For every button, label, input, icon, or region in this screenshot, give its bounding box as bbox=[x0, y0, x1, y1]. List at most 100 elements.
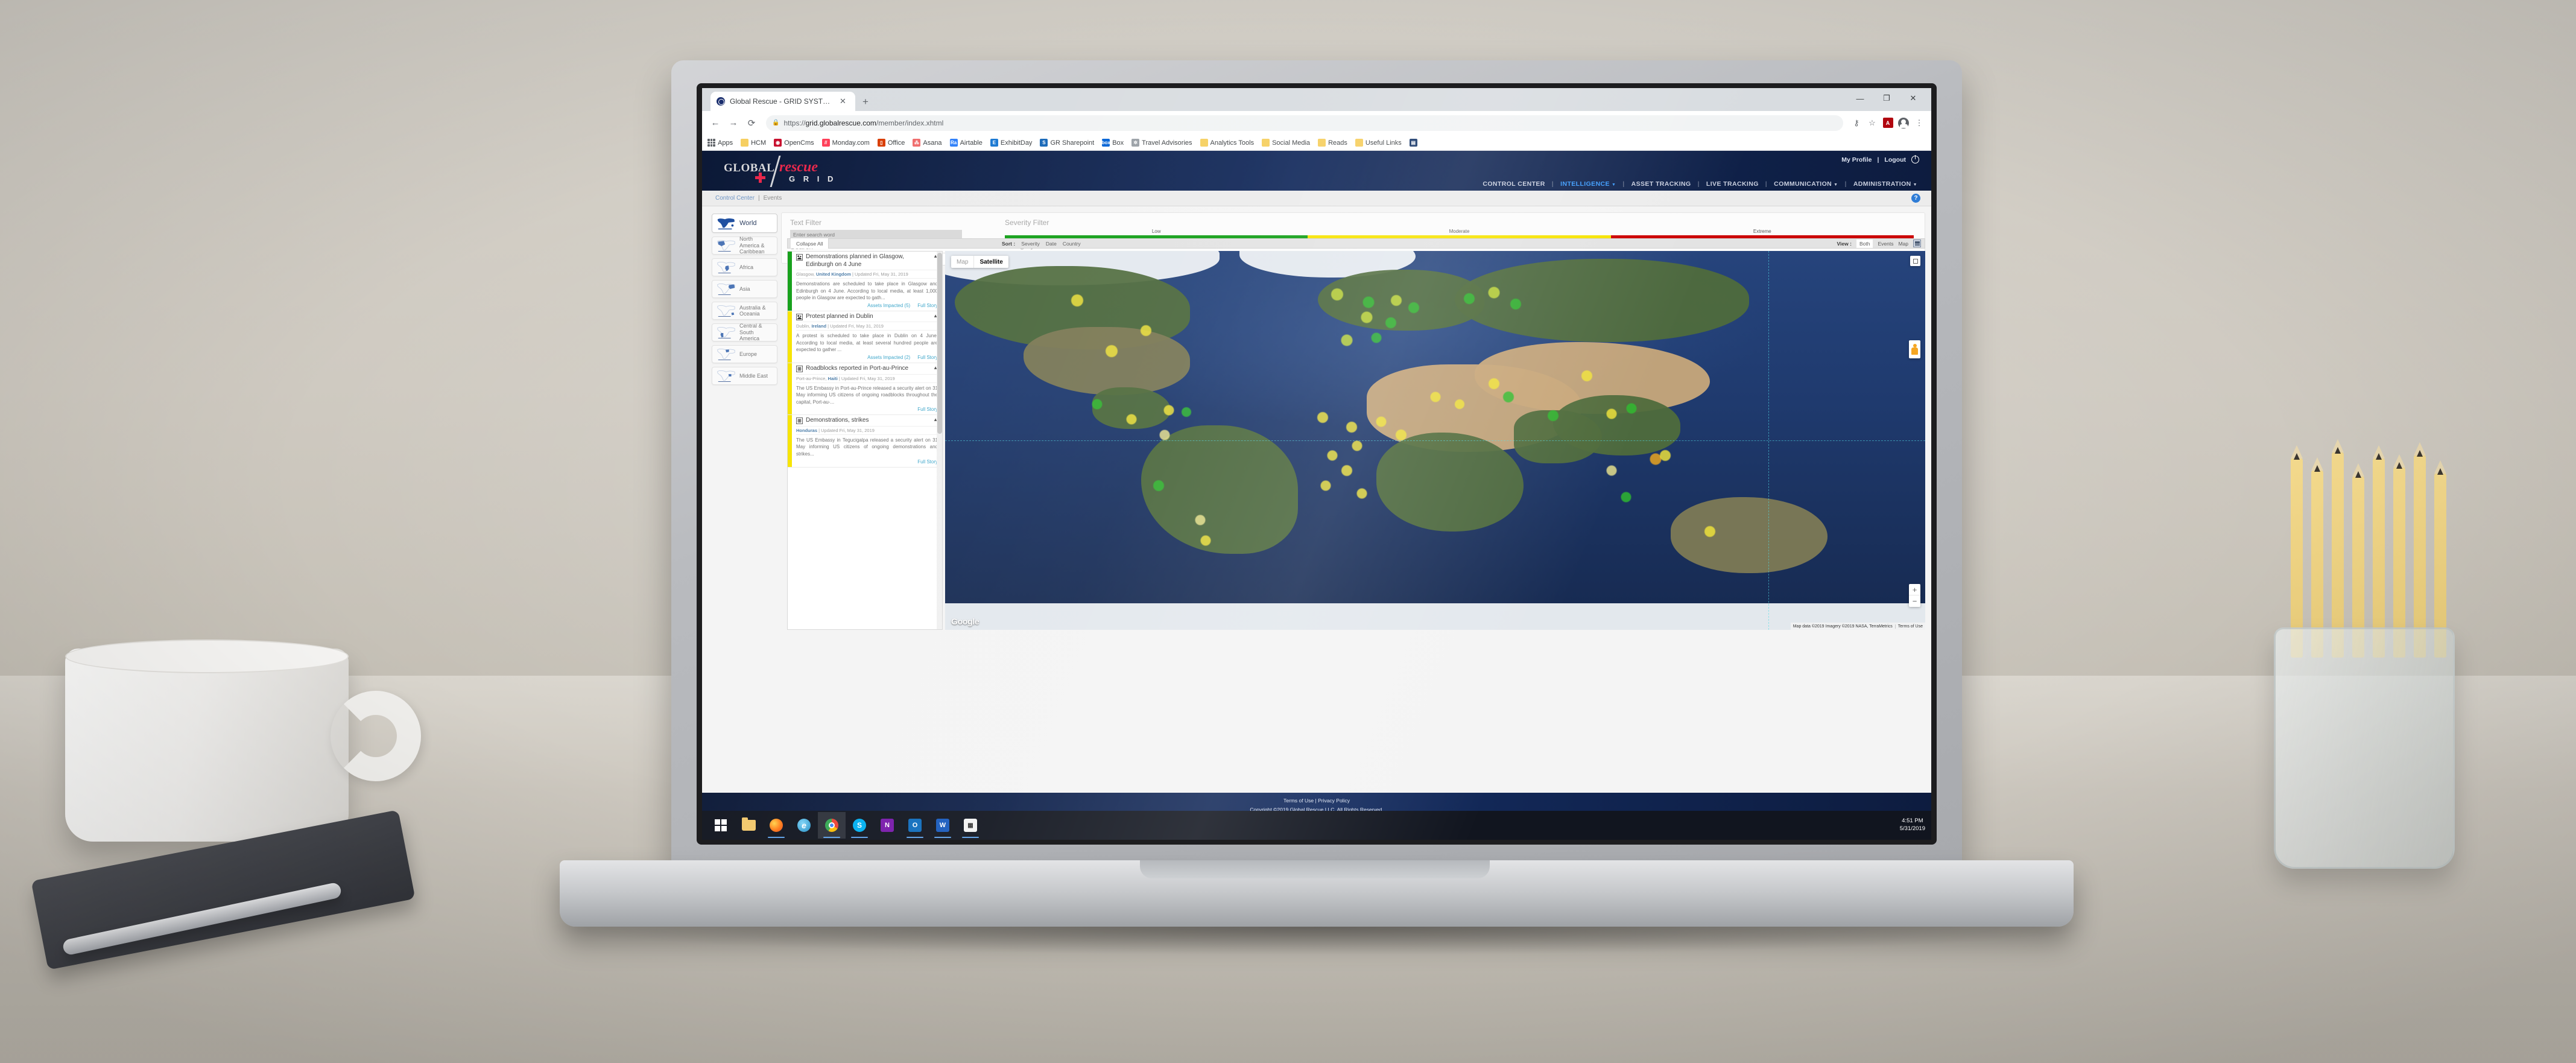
close-icon[interactable]: ✕ bbox=[840, 97, 846, 106]
address-bar[interactable]: 🔒 https://grid.globalrescue.com/member/i… bbox=[766, 115, 1843, 131]
bookmark-item[interactable]: Reads bbox=[1318, 139, 1347, 147]
taskbar-skype[interactable]: S bbox=[846, 812, 873, 839]
terms-of-use-link[interactable]: Terms of Use bbox=[1283, 798, 1314, 804]
fullscreen-icon[interactable] bbox=[1910, 256, 1920, 266]
browser-tab[interactable]: Global Rescue - GRID SYSTEM ✕ bbox=[710, 92, 855, 111]
region-item-world[interactable]: World bbox=[712, 214, 777, 233]
nav-item-control-center[interactable]: CONTROL CENTER bbox=[1476, 180, 1551, 188]
bookmark-item[interactable]: ◉ OpenCms bbox=[774, 139, 814, 147]
nav-item-asset-tracking[interactable]: ASSET TRACKING bbox=[1625, 180, 1698, 188]
street-view-pegman-icon[interactable] bbox=[1909, 340, 1920, 358]
nav-item-communication[interactable]: COMMUNICATION ▼ bbox=[1767, 180, 1844, 188]
full-story-link[interactable]: Full Story bbox=[917, 459, 938, 465]
view-option-events[interactable]: Events bbox=[1878, 241, 1893, 247]
power-icon[interactable] bbox=[1911, 155, 1919, 163]
world-minimap-icon bbox=[716, 282, 736, 296]
bookmark-item[interactable]: HCM bbox=[741, 139, 766, 147]
region-item-north-america-caribbean[interactable]: North America & Caribbean bbox=[712, 236, 777, 255]
event-list[interactable]: Demonstrations planned in Glasgow, Edinb… bbox=[787, 251, 943, 630]
reload-icon[interactable]: ⟳ bbox=[743, 115, 760, 132]
event-list-scrollbar[interactable] bbox=[937, 252, 942, 629]
assets-impacted-link[interactable]: Assets Impacted (5) bbox=[867, 303, 910, 308]
help-icon[interactable]: ? bbox=[1911, 194, 1920, 203]
event-title[interactable]: Protest planned in Dublin bbox=[806, 313, 930, 321]
event-title[interactable]: Demonstrations, strikes bbox=[806, 417, 930, 425]
sort-option-date[interactable]: Date bbox=[1046, 241, 1057, 247]
bookmark-item[interactable]: Social Media bbox=[1262, 139, 1310, 147]
region-item-europe[interactable]: Europe bbox=[712, 345, 777, 363]
adobe-pdf-extension-icon[interactable]: A bbox=[1881, 116, 1895, 130]
breadcrumb-control-center[interactable]: Control Center bbox=[715, 195, 755, 201]
password-key-icon[interactable]: ⚷ bbox=[1849, 116, 1864, 130]
bookmark-item[interactable]: Useful Links bbox=[1355, 139, 1402, 147]
region-item-central-south-america[interactable]: Central & South America bbox=[712, 323, 777, 341]
map-terms-link[interactable]: Terms of Use bbox=[1894, 624, 1925, 629]
profile-avatar-icon[interactable] bbox=[1896, 116, 1911, 130]
region-item-middle-east[interactable]: Middle East bbox=[712, 367, 777, 385]
full-story-link[interactable]: Full Story bbox=[917, 407, 938, 412]
minimize-button[interactable]: — bbox=[1847, 90, 1873, 106]
taskbar-calculator[interactable]: ▦ bbox=[957, 812, 984, 839]
full-story-link[interactable]: Full Story bbox=[917, 355, 938, 360]
bookmark-item[interactable]: ▤ bbox=[1409, 139, 1417, 147]
scrollbar-thumb[interactable] bbox=[937, 253, 942, 434]
event-card[interactable]: Protest planned in Dublin ▲ Dublin, Irelan… bbox=[788, 311, 942, 364]
taskbar-google-chrome[interactable] bbox=[818, 812, 846, 839]
privacy-policy-link[interactable]: Privacy Policy bbox=[1318, 798, 1350, 804]
map-canvas[interactable] bbox=[945, 251, 1925, 630]
bookmark-item[interactable]: ⁂ Asana bbox=[913, 139, 942, 147]
sort-option-country[interactable]: Country bbox=[1063, 241, 1081, 247]
sort-option-severity[interactable]: Severity bbox=[1021, 241, 1040, 247]
taskbar-firefox[interactable] bbox=[762, 812, 790, 839]
event-card[interactable]: Demonstrations planned in Glasgow, Edinb… bbox=[788, 252, 942, 311]
view-option-both[interactable]: Both bbox=[1856, 239, 1873, 248]
new-tab-button[interactable]: + bbox=[862, 96, 869, 108]
collapse-all-button[interactable]: Collapse All bbox=[791, 238, 829, 249]
bookmark-item[interactable]: ✲ Travel Advisories bbox=[1131, 139, 1192, 147]
full-story-link[interactable]: Full Story bbox=[917, 303, 938, 308]
world-map[interactable]: Map Satellite + − Google Map data ©2019 I… bbox=[945, 251, 1925, 630]
map-type-satellite[interactable]: Satellite bbox=[973, 256, 1008, 268]
bookmark-item[interactable]: //Monday.com bbox=[821, 139, 870, 147]
view-option-map[interactable]: Map bbox=[1898, 241, 1908, 247]
my-profile-link[interactable]: My Profile bbox=[1841, 156, 1872, 163]
assets-impacted-link[interactable]: Assets Impacted (2) bbox=[867, 355, 910, 360]
taskbar-file-explorer[interactable] bbox=[735, 812, 762, 839]
chrome-menu-icon[interactable]: ⋮ bbox=[1912, 116, 1926, 130]
taskbar-outlook[interactable]: O bbox=[901, 812, 929, 839]
maximize-button[interactable]: ❐ bbox=[1873, 90, 1900, 106]
bookmark-star-icon[interactable]: ☆ bbox=[1865, 116, 1879, 130]
bookmark-item[interactable]: ▯ Office bbox=[877, 139, 905, 147]
taskbar-clock[interactable]: 4:51 PM 5/31/2019 bbox=[1900, 817, 1925, 833]
zoom-in-button[interactable]: + bbox=[1909, 584, 1920, 595]
bookmark-item[interactable]: box Box bbox=[1102, 139, 1124, 147]
bookmark-item[interactable]: Apps bbox=[707, 139, 733, 147]
taskbar-start-button[interactable] bbox=[707, 812, 735, 839]
region-item-label: Asia bbox=[739, 285, 750, 292]
global-rescue-grid-logo[interactable]: GLOBAL rescue G R I D bbox=[724, 154, 862, 188]
event-title[interactable]: Roadblocks reported in Port-au-Prince bbox=[806, 365, 930, 373]
bookmark-item[interactable]: Ra Airtable bbox=[949, 139, 983, 147]
event-card[interactable]: Roadblocks reported in Port-au-Prince ▲ Po… bbox=[788, 363, 942, 416]
bookmark-item[interactable]: Analytics Tools bbox=[1200, 139, 1254, 147]
event-title[interactable]: Demonstrations planned in Glasgow, Edinb… bbox=[806, 253, 930, 268]
back-icon[interactable]: ← bbox=[707, 115, 724, 132]
taskbar-onenote[interactable]: N bbox=[873, 812, 901, 839]
taskbar-word[interactable]: W bbox=[929, 812, 957, 839]
layout-toggle-icon[interactable] bbox=[1913, 240, 1921, 247]
nav-item-administration[interactable]: ADMINISTRATION ▼ bbox=[1847, 180, 1924, 188]
taskbar-internet-explorer[interactable]: e bbox=[790, 812, 818, 839]
nav-item-live-tracking[interactable]: LIVE TRACKING bbox=[1700, 180, 1765, 188]
region-item-asia[interactable]: Asia bbox=[712, 280, 777, 298]
region-item-africa[interactable]: Africa bbox=[712, 258, 777, 276]
logout-link[interactable]: Logout bbox=[1884, 156, 1906, 163]
bookmark-item[interactable]: S GR Sharepoint bbox=[1040, 139, 1094, 147]
map-type-map[interactable]: Map bbox=[951, 256, 973, 268]
bookmark-item[interactable]: E ExhibitDay bbox=[990, 139, 1032, 147]
nav-item-intelligence[interactable]: INTELLIGENCE ▼ bbox=[1554, 180, 1622, 188]
zoom-out-button[interactable]: − bbox=[1909, 595, 1920, 607]
event-card[interactable]: Demonstrations, strikes ▲ Honduras | Upda… bbox=[788, 415, 942, 468]
close-window-button[interactable]: ✕ bbox=[1900, 90, 1926, 106]
forward-icon[interactable]: → bbox=[725, 115, 742, 132]
region-item-australia-oceania[interactable]: Australia & Oceania bbox=[712, 302, 777, 320]
